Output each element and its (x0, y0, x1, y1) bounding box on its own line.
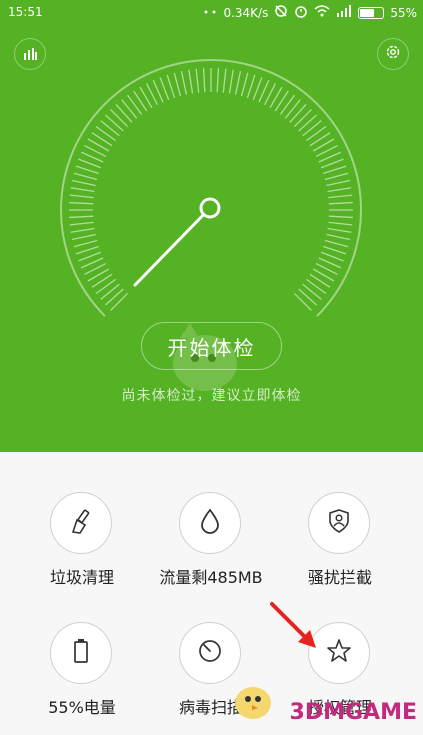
gauge-tick (100, 283, 120, 300)
gauge-tick (166, 74, 176, 98)
gauge-tick (274, 90, 289, 112)
gauge-tick (298, 288, 317, 306)
checkup-hint: 尚未体检过，建议立即体检 (121, 388, 302, 404)
gauge-tick (216, 68, 220, 93)
gauge-tick (75, 165, 99, 175)
gauge-tick (302, 120, 322, 137)
gauge-tick (95, 126, 116, 142)
gauge-tick (320, 158, 344, 169)
gauge-tick (306, 278, 327, 294)
tile-data-usage[interactable]: 流量剩485MB (146, 452, 276, 587)
gauge-tick (328, 221, 353, 226)
star-icon (326, 638, 352, 668)
gauge-tick (69, 201, 94, 205)
gauge-tick (293, 109, 312, 128)
tile-battery[interactable]: 55%电量 (17, 582, 147, 717)
gauge-tick (323, 245, 347, 255)
gauge-tick (105, 288, 124, 306)
droplet-icon (199, 508, 221, 538)
gauge-tick (298, 114, 317, 132)
gauge-tick (73, 239, 98, 248)
tile-icon-circle (50, 622, 112, 684)
tile-icon-circle (179, 492, 241, 554)
gauge-tick (78, 158, 102, 169)
gauge-tick (127, 94, 143, 115)
gauge-tick (327, 187, 352, 193)
gauge-tick (69, 221, 94, 226)
gauge-tick (91, 132, 113, 147)
gauge-tick (115, 104, 133, 123)
gauge-tick (306, 126, 327, 142)
gauge-tick (222, 68, 227, 93)
gauge-tick (234, 70, 242, 95)
gauge-tick (70, 227, 95, 233)
watermark-text: 3DMGAME (289, 700, 417, 725)
gauge-tick (328, 201, 353, 205)
gauge-tick (246, 74, 256, 98)
tile-label: 55%电量 (48, 698, 116, 717)
gauge-tick (69, 194, 94, 199)
health-gauge (60, 59, 362, 317)
gauge-needle (133, 206, 212, 287)
gauge-tick (328, 194, 353, 199)
gauge-tick (327, 227, 352, 233)
gauge-tick (188, 69, 194, 94)
gauge-tick (279, 94, 295, 115)
gauge-tick (100, 120, 120, 137)
tile-icon-circle (308, 492, 370, 554)
gauge-tick (240, 72, 249, 97)
gauge-tick (326, 179, 351, 187)
gauge-tick (75, 245, 99, 255)
gauge-tick (71, 233, 96, 241)
gauge-tick (328, 215, 353, 219)
gauge-tick (309, 132, 331, 147)
start-checkup-button[interactable]: 开始体检 (141, 322, 282, 370)
gauge-tick (78, 251, 102, 262)
gauge-tick (110, 109, 129, 128)
gauge-tick (309, 273, 331, 288)
gauge-tick (202, 68, 206, 93)
gauge-tick (195, 68, 200, 93)
gauge-tick (293, 292, 312, 311)
scan-dial-icon (197, 638, 223, 668)
gauge-tick (252, 77, 263, 101)
gauge-tick (105, 114, 124, 132)
annotation-arrow-icon (270, 602, 316, 648)
gauge-tick (69, 215, 94, 219)
gauge-tick (159, 77, 170, 101)
tile-harassment-block[interactable]: 骚扰拦截 (275, 452, 405, 587)
gauge-tick (73, 172, 98, 181)
shield-user-icon (327, 508, 351, 538)
gauge-tick (228, 69, 234, 94)
gauge-tick (110, 292, 129, 311)
gauge-tick (302, 283, 322, 300)
gauge-tick (91, 273, 113, 288)
tile-icon-circle (50, 492, 112, 554)
gauge-tick (173, 72, 182, 97)
gauge-tick (133, 90, 148, 112)
gauge-pivot (199, 197, 221, 219)
gauge-tick (95, 278, 116, 294)
watermark-mascot-icon (235, 687, 271, 719)
gauge-tick (121, 99, 138, 119)
gauge-tick (324, 172, 349, 181)
gauge-tick (289, 104, 307, 123)
gauge-tick (71, 179, 96, 187)
battery-icon (72, 638, 90, 668)
gauge-tick (326, 233, 351, 241)
gauge-tick (320, 251, 344, 262)
gauge-tick (323, 165, 347, 175)
gauge-tick (70, 187, 95, 193)
tile-junk-clean[interactable]: 垃圾清理 (17, 452, 147, 587)
tools-grid: 垃圾清理 流量剩485MB 骚扰拦截 55%电量 病毒扫描 授权管理 (0, 452, 423, 735)
gauge-tick (180, 70, 188, 95)
gauge-tick (284, 99, 301, 119)
broom-icon (68, 508, 94, 538)
gauge-tick (324, 239, 349, 248)
